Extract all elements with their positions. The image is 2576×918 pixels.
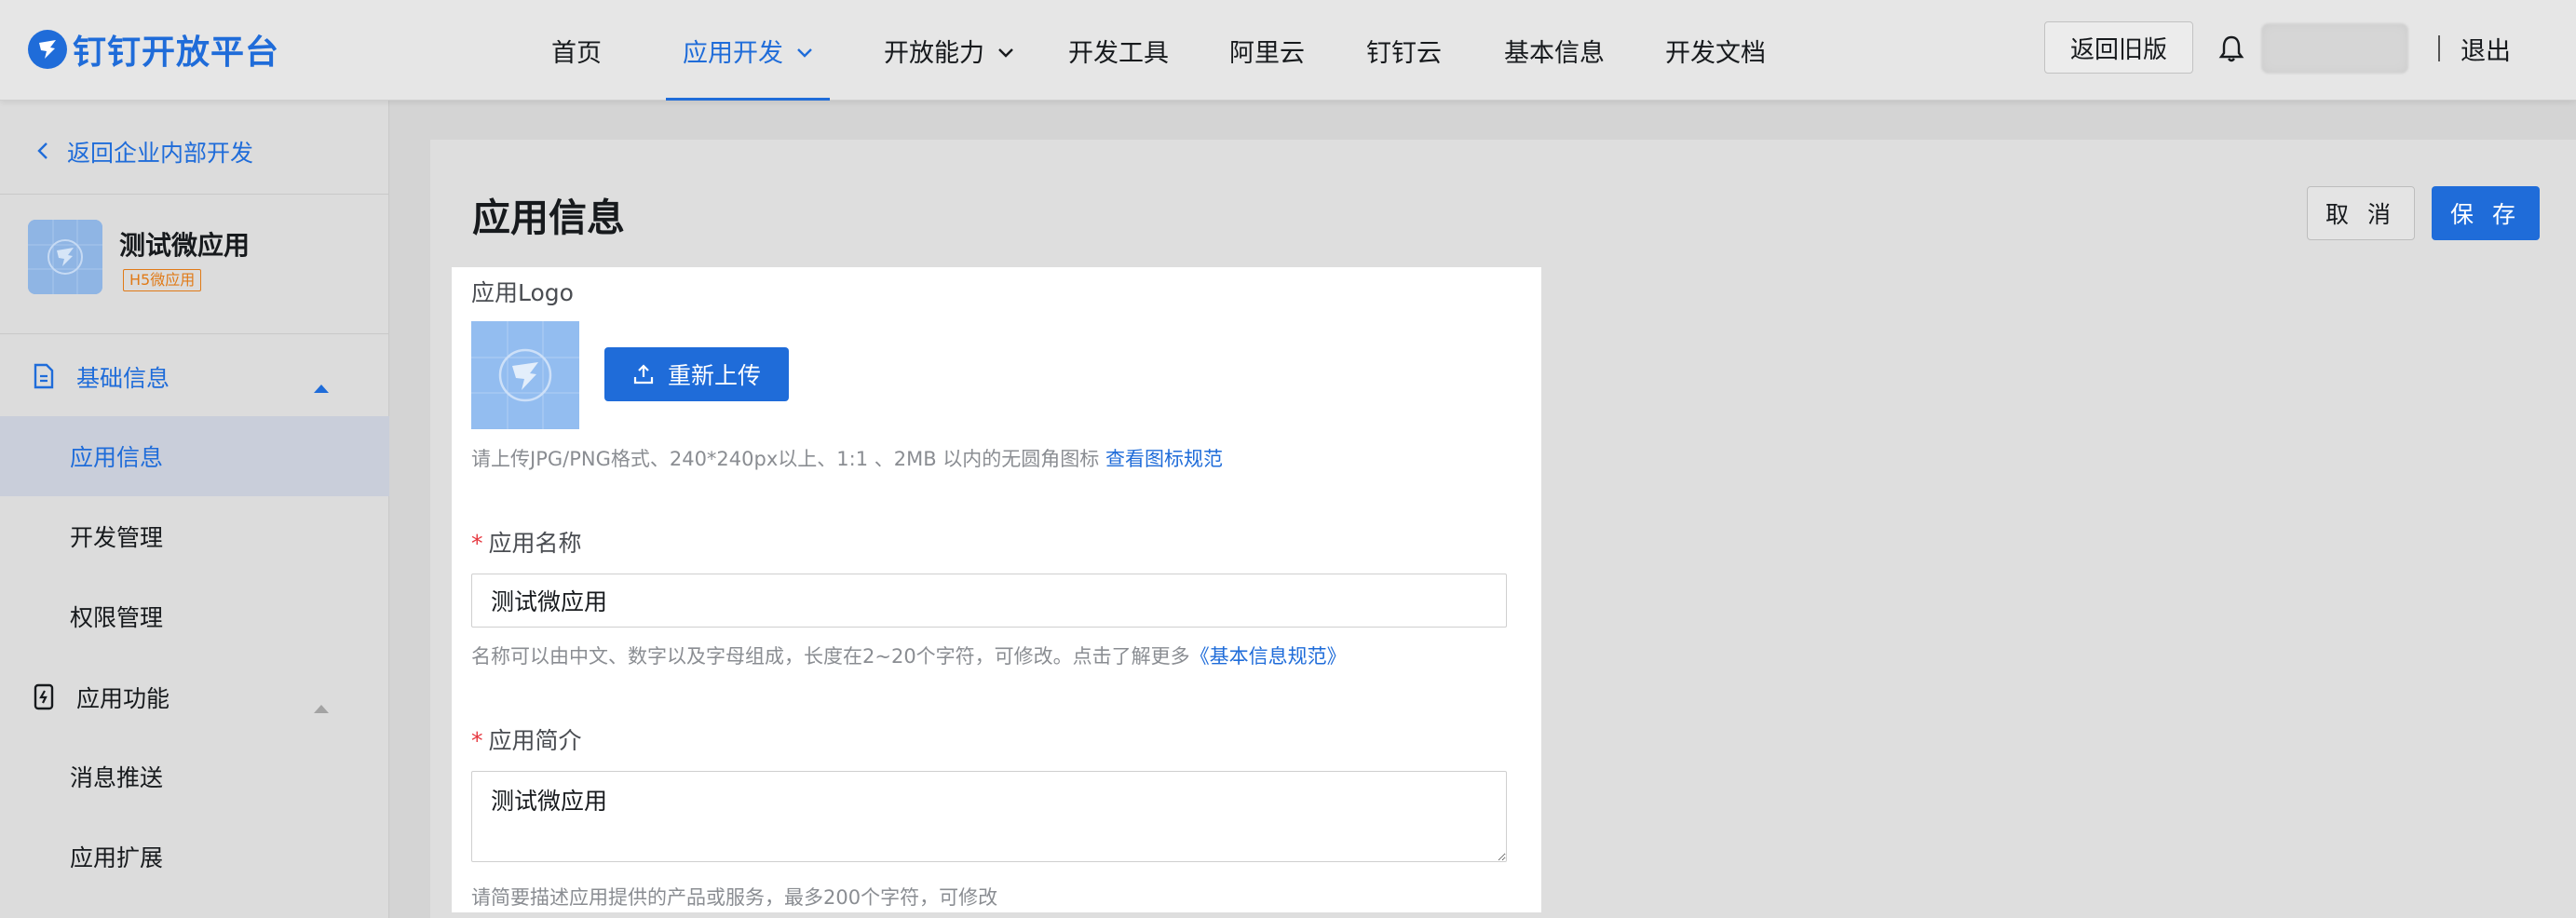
chevron-left-icon [37, 139, 48, 166]
name-hint-text: 名称可以由中文、数字以及字母组成，长度在2~20个字符，可修改。点击了解更多 [471, 645, 1190, 668]
logo-hint: 请上传JPG/PNG格式、240*240px以上、1:1 、2MB 以内的无圆角… [471, 444, 1223, 472]
sidebar-item-label: 开发管理 [70, 524, 164, 551]
reupload-button[interactable]: 重新上传 [604, 347, 789, 401]
sidebar-item-label: 权限管理 [70, 604, 164, 631]
sidebar-group-app-functions[interactable]: 应用功能 [0, 656, 389, 736]
phone-function-icon [32, 682, 56, 710]
nav-dev-docs[interactable]: 开发文档 [1665, 0, 1766, 101]
desc-hint: 请简要描述应用提供的产品或服务，最多200个字符，可修改 [471, 886, 998, 909]
nav-aliyun-label: 阿里云 [1229, 38, 1305, 68]
nav-aliyun[interactable]: 阿里云 [1229, 0, 1305, 101]
back-to-old-version-button[interactable]: 返回旧版 [2044, 21, 2193, 74]
sidebar-item-app-extension[interactable]: 应用扩展 [0, 817, 389, 897]
nav-dev-tools-label: 开发工具 [1068, 38, 1169, 68]
sidebar-item-label: 应用扩展 [70, 844, 164, 871]
reupload-button-label: 重新上传 [667, 362, 761, 389]
desc-field-label: * 应用简介 [471, 722, 582, 756]
basic-info-spec-link[interactable]: 《基本信息规范》 [1190, 645, 1347, 668]
sidebar-item-app-info[interactable]: 应用信息 [0, 416, 389, 496]
name-field-label: * 应用名称 [471, 525, 582, 559]
logo-field-label: 应用Logo [471, 279, 574, 306]
sidebar-divider [0, 333, 389, 334]
app-type-badge: H5微应用 [123, 269, 202, 291]
sidebar-item-permission-management[interactable]: 权限管理 [0, 576, 389, 656]
sidebar-group-label: 应用功能 [76, 685, 170, 712]
nav-app-dev-label: 应用开发 [683, 38, 783, 68]
sidebar-item-label: 消息推送 [70, 764, 164, 791]
desc-field-label-text: 应用简介 [488, 727, 582, 754]
nav-basic-info[interactable]: 基本信息 [1504, 0, 1605, 101]
app-logo-preview [471, 321, 579, 429]
app-name-input[interactable] [471, 574, 1507, 628]
sidebar-item-label: 应用信息 [70, 444, 164, 471]
nav-dev-tools[interactable]: 开发工具 [1068, 0, 1169, 101]
nav-app-dev[interactable]: 应用开发 [666, 0, 830, 101]
nav-home-label: 首页 [551, 38, 602, 68]
nav-open-capability-label: 开放能力 [884, 38, 984, 68]
document-icon [32, 362, 56, 390]
sidebar-item-message-push[interactable]: 消息推送 [0, 736, 389, 817]
caret-up-icon [313, 371, 330, 398]
user-avatar-name[interactable] [2261, 23, 2408, 74]
sidebar-item-dev-management[interactable]: 开发管理 [0, 496, 389, 576]
nav-dev-docs-label: 开发文档 [1665, 38, 1766, 68]
logo-hint-text: 请上传JPG/PNG格式、240*240px以上、1:1 、2MB 以内的无圆角… [471, 448, 1100, 470]
save-button[interactable]: 保 存 [2432, 186, 2540, 240]
page-title: 应用信息 [472, 196, 625, 240]
app-icon [28, 220, 102, 294]
upload-icon [633, 364, 654, 385]
top-header: 钉钉开放平台 首页 应用开发 开放能力 开发工具 阿里云 钉钉云 基本信息 开发… [0, 0, 2576, 101]
icon-spec-link[interactable]: 查看图标规范 [1105, 448, 1223, 470]
nav-dingtalk-cloud-label: 钉钉云 [1366, 38, 1442, 68]
sidebar-group-label: 基础信息 [76, 365, 170, 392]
nav-basic-info-label: 基本信息 [1504, 38, 1605, 68]
header-divider [2438, 35, 2440, 61]
back-link-label: 返回企业内部开发 [67, 140, 254, 167]
nav-home[interactable]: 首页 [551, 0, 602, 101]
chevron-down-icon [796, 36, 813, 65]
sidebar-divider [0, 194, 389, 195]
dingtalk-logo-icon [28, 30, 67, 69]
platform-logo[interactable]: 钉钉开放平台 [28, 26, 279, 73]
cancel-button[interactable]: 取 消 [2307, 186, 2415, 240]
nav-dingtalk-cloud[interactable]: 钉钉云 [1366, 0, 1442, 101]
sidebar-group-basic-info[interactable]: 基础信息 [0, 336, 389, 416]
required-asterisk: * [471, 727, 483, 754]
logout-link[interactable]: 退出 [2461, 28, 2511, 69]
sidebar: 返回企业内部开发 测试微应用 H5微应用 基础信息 应用信息 开发管理 权限管理… [0, 101, 389, 918]
app-info-form: 应用Logo 重新上传 请上传JPG/PNG格式、240*240px以上、1:1… [452, 267, 1541, 912]
caret-up-icon [313, 692, 330, 719]
nav-open-capability[interactable]: 开放能力 [884, 0, 1014, 101]
name-field-label-text: 应用名称 [488, 530, 582, 557]
logo-text: 钉钉开放平台 [73, 34, 280, 72]
required-asterisk: * [471, 530, 483, 557]
chevron-down-icon [997, 36, 1014, 65]
name-hint: 名称可以由中文、数字以及字母组成，长度在2~20个字符，可修改。点击了解更多《基… [471, 641, 1347, 669]
back-to-internal-dev-link[interactable]: 返回企业内部开发 [37, 128, 253, 175]
app-description-textarea[interactable]: 测试微应用 [471, 771, 1507, 862]
app-name: 测试微应用 [119, 230, 251, 261]
bell-icon[interactable] [2218, 34, 2244, 63]
